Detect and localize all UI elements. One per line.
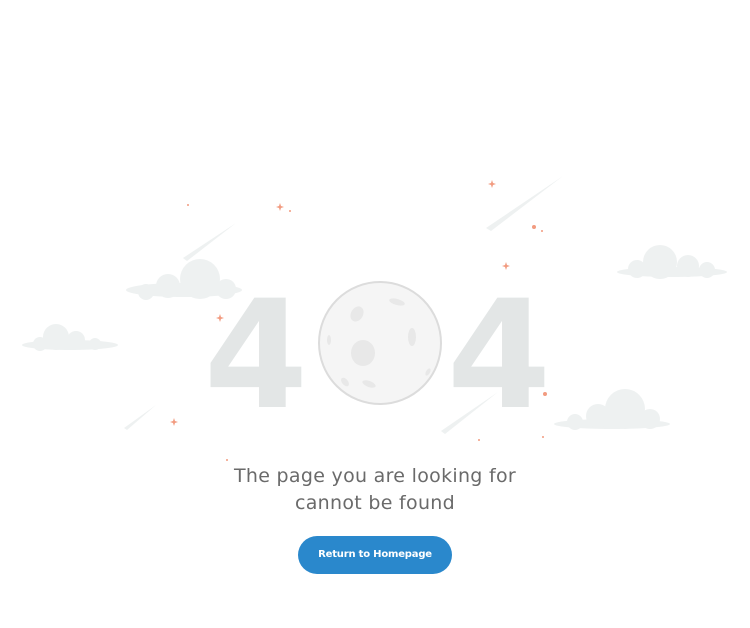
error-digit-right: 4 bbox=[447, 269, 551, 443]
cloud bbox=[617, 245, 727, 279]
dot bbox=[541, 230, 543, 232]
cloud bbox=[22, 324, 118, 351]
404-illustration: 4 4 bbox=[22, 176, 727, 461]
error-message-line-1: The page you are looking for bbox=[233, 465, 517, 487]
error-digit-left: 4 bbox=[204, 269, 308, 443]
dot bbox=[532, 225, 536, 229]
star-icon bbox=[488, 180, 496, 188]
error-message-line-2: cannot be found bbox=[294, 492, 456, 514]
dot bbox=[226, 459, 228, 461]
shooting-star bbox=[124, 405, 156, 430]
shooting-star bbox=[486, 176, 563, 231]
dot bbox=[289, 210, 291, 212]
star-icon bbox=[170, 418, 178, 426]
star-icon bbox=[276, 203, 284, 211]
moon-icon bbox=[318, 281, 442, 405]
dot bbox=[187, 204, 189, 206]
shooting-star bbox=[183, 223, 236, 261]
cloud bbox=[554, 389, 670, 430]
return-to-homepage-button[interactable]: Return to Homepage bbox=[298, 536, 452, 574]
